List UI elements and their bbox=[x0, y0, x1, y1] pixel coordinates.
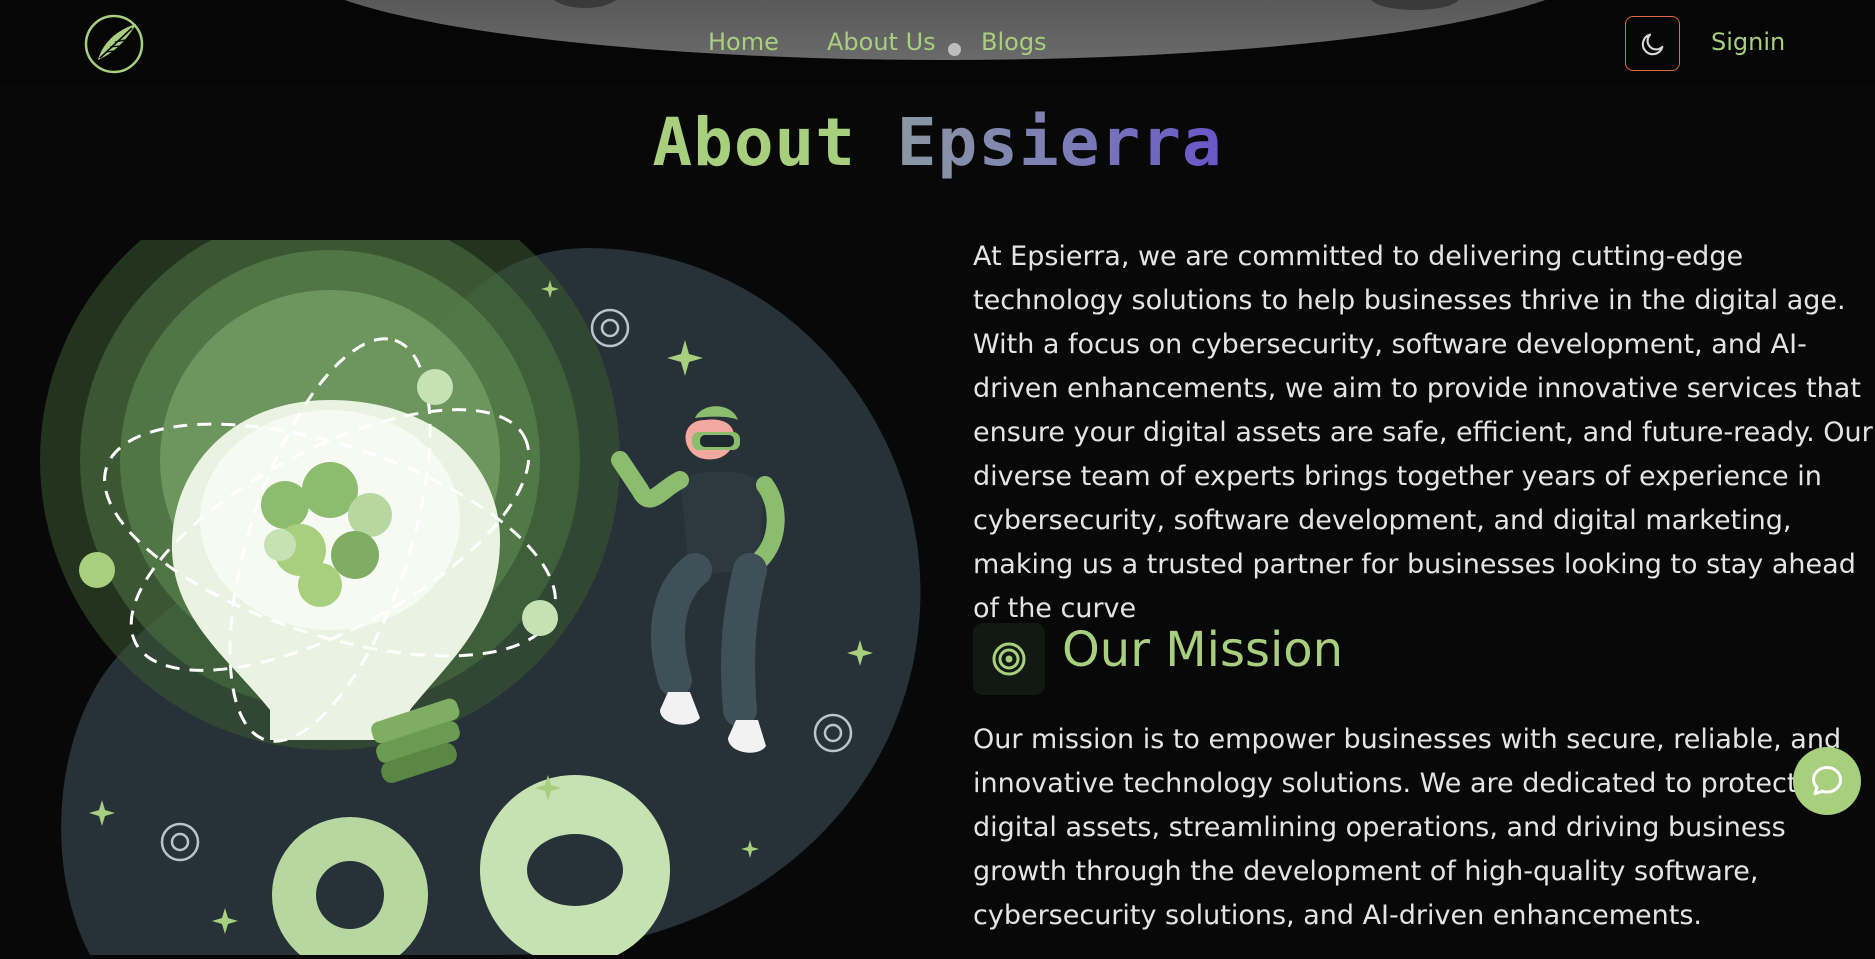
hero-illustration bbox=[30, 170, 930, 959]
chat-button[interactable] bbox=[1793, 747, 1861, 815]
title-part-about: About bbox=[652, 104, 897, 181]
nav-links: Home About Us Blogs bbox=[0, 28, 1875, 58]
nav-link-home[interactable]: Home bbox=[708, 28, 779, 56]
about-intro-paragraph: At Epsierra, we are committed to deliver… bbox=[973, 241, 1873, 624]
signin-link[interactable]: Signin bbox=[1711, 28, 1785, 56]
mission-heading: Our Mission bbox=[1062, 622, 1344, 678]
moon-icon bbox=[1641, 33, 1663, 55]
target-icon bbox=[973, 623, 1045, 695]
navbar: Home About Us Blogs Signin bbox=[0, 0, 1875, 84]
title-part-brand: Epsierra bbox=[896, 104, 1223, 181]
nav-link-about-us[interactable]: About Us bbox=[827, 28, 936, 56]
chat-bubble-icon bbox=[1812, 766, 1842, 796]
nav-active-indicator bbox=[948, 43, 961, 56]
lightbulb-astronaut-illustration bbox=[40, 170, 921, 959]
page-title: About Epsierra bbox=[0, 104, 1875, 181]
mission-paragraph: Our mission is to empower businesses wit… bbox=[973, 724, 1842, 931]
theme-toggle-button[interactable] bbox=[1625, 16, 1680, 71]
nav-link-blogs[interactable]: Blogs bbox=[981, 28, 1047, 56]
